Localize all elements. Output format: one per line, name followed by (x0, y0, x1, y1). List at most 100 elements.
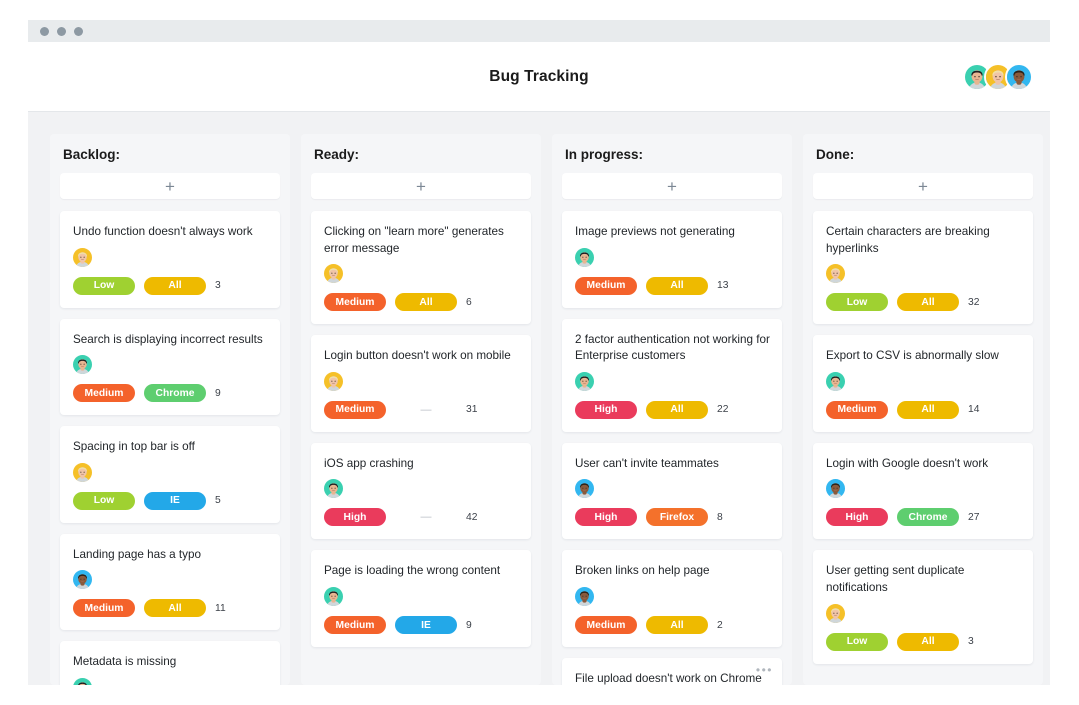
priority-tag[interactable]: High (826, 508, 888, 527)
browser-tag[interactable]: IE (144, 491, 206, 510)
card-assignee-avatar (324, 587, 343, 607)
priority-tag[interactable]: Medium (324, 616, 386, 635)
card-count: 11 (215, 602, 226, 614)
card-footer: Medium IE 9 (324, 616, 519, 635)
browser-tag[interactable]: All (646, 276, 708, 295)
card-assignee-avatar (73, 247, 92, 267)
plus-icon: + (918, 176, 928, 196)
browser-tag[interactable]: Chrome (144, 384, 206, 403)
column-title: In progress: (565, 147, 644, 162)
close-dot[interactable] (40, 26, 49, 36)
task-card[interactable]: User can't invite teammates High Firefox 8 (562, 442, 782, 540)
card-footer: Medium All 14 (826, 400, 1021, 419)
card-count: 22 (717, 404, 729, 416)
priority-tag[interactable]: High (324, 508, 386, 527)
card-overflow-menu-icon[interactable]: ••• (756, 664, 773, 676)
card-footer: High — 42 (324, 508, 519, 527)
card-title: Landing page has a typo (73, 547, 202, 561)
task-card[interactable]: Landing page has a typo Medium All 11 (60, 533, 280, 631)
window-titlebar (28, 20, 1050, 42)
board-column: Done: + Certain characters are breaking hy… (803, 134, 1043, 685)
board-column: Ready: + Clicking on "learn more" generate… (301, 134, 541, 685)
priority-tag[interactable]: Low (826, 632, 888, 651)
app-header: Bug Tracking (28, 42, 1050, 112)
card-count: 14 (968, 404, 980, 416)
card-assignee-avatar (73, 570, 92, 590)
browser-tag[interactable]: All (144, 276, 206, 295)
priority-tag[interactable]: Medium (324, 400, 386, 419)
card-footer: Medium Chrome 9 (73, 384, 268, 403)
browser-tag[interactable]: All (646, 616, 708, 635)
priority-tag[interactable]: Low (826, 293, 888, 312)
browser-tag[interactable]: Chrome (897, 508, 959, 527)
card-title: Spacing in top bar is off (73, 440, 195, 454)
card-assignee-avatar (826, 479, 845, 499)
task-card[interactable]: 2 factor authentication not working for … (562, 318, 782, 432)
board-column: In progress: + Image previews not generati… (552, 134, 792, 685)
card-count: 2 (717, 619, 723, 631)
add-card-button[interactable]: + (562, 173, 782, 199)
task-card[interactable]: Search is displaying incorrect results Me… (60, 318, 280, 416)
card-title: Image previews not generating (575, 225, 735, 238)
task-card[interactable]: Broken links on help page Medium All 2 (562, 550, 782, 648)
card-footer: High Firefox 8 (575, 508, 770, 527)
card-title: Export to CSV is abnormally slow (826, 349, 999, 363)
task-card[interactable]: Page is loading the wrong content Medium I… (311, 550, 531, 648)
card-count: 5 (215, 495, 221, 507)
board-column: Backlog: + Undo function doesn't always wo… (50, 134, 290, 685)
priority-tag[interactable]: Medium (73, 384, 135, 403)
app-window: Bug Tracking Backlog: + Undo function does… (28, 20, 1050, 685)
maximize-dot[interactable] (74, 26, 83, 36)
browser-tag[interactable]: IE (395, 616, 457, 635)
column-title: Backlog: (63, 147, 121, 162)
card-title: Undo function doesn't always work (73, 225, 253, 238)
browser-tag[interactable]: All (144, 599, 206, 618)
card-title: iOS app crashing (324, 456, 414, 470)
card-footer: High All 22 (575, 400, 770, 419)
card-title: 2 factor authentication not working for … (575, 332, 774, 363)
card-title: Broken links on help page (575, 564, 710, 578)
browser-tag[interactable]: All (897, 400, 959, 419)
task-card[interactable]: Spacing in top bar is off Low IE 5 (60, 426, 280, 523)
minimize-dot[interactable] (57, 26, 66, 36)
browser-tag[interactable]: All (897, 632, 959, 651)
task-card[interactable]: iOS app crashing High — 42 (311, 442, 531, 540)
task-card[interactable]: Undo function doesn't always work Low All 3 (60, 211, 280, 308)
priority-tag[interactable]: High (575, 508, 637, 527)
card-count: 3 (215, 280, 221, 292)
priority-tag[interactable]: Medium (575, 276, 637, 295)
card-footer: Medium All 11 (73, 599, 268, 618)
priority-tag[interactable]: High (575, 400, 637, 419)
priority-tag[interactable]: Low (73, 276, 135, 295)
card-footer: Low IE 5 (73, 491, 268, 510)
card-title: Login with Google doesn't work (826, 456, 989, 470)
browser-tag[interactable]: Firefox (646, 508, 708, 527)
card-assignee-avatar (826, 371, 845, 391)
priority-tag[interactable]: Medium (826, 400, 888, 419)
task-card[interactable]: Clicking on "learn more" generates error… (311, 211, 531, 325)
task-card[interactable]: Image previews not generating Medium All 13 (562, 211, 782, 308)
add-card-button[interactable]: + (311, 173, 531, 199)
task-card[interactable]: User getting sent duplicate notification… (813, 550, 1033, 664)
card-assignee-avatar (73, 678, 92, 685)
browser-tag[interactable]: All (646, 400, 708, 419)
priority-tag[interactable]: Low (73, 491, 135, 510)
priority-tag[interactable]: Medium (73, 599, 135, 618)
task-card[interactable]: Metadata is missing (60, 641, 280, 685)
add-card-button[interactable]: + (813, 173, 1033, 199)
task-card[interactable]: ••• File upload doesn't work on Chrome (562, 658, 782, 685)
task-card[interactable]: Certain characters are breaking hyperlin… (813, 211, 1033, 325)
task-card[interactable]: Login button doesn't work on mobile Mediu… (311, 335, 531, 432)
add-card-button[interactable]: + (60, 173, 280, 199)
browser-tag[interactable]: All (395, 293, 457, 312)
card-title: User can't invite teammates (575, 456, 719, 470)
plus-icon: + (667, 176, 677, 196)
task-card[interactable]: Export to CSV is abnormally slow Medium Al… (813, 335, 1033, 432)
card-footer: Low All 3 (73, 276, 268, 295)
priority-tag[interactable]: Medium (575, 616, 637, 635)
card-title: User getting sent duplicate notification… (826, 564, 968, 595)
task-card[interactable]: Login with Google doesn't work High Chrome… (813, 442, 1033, 540)
card-title: Search is displaying incorrect results (73, 332, 263, 346)
browser-tag[interactable]: All (897, 293, 959, 312)
priority-tag[interactable]: Medium (324, 293, 386, 312)
